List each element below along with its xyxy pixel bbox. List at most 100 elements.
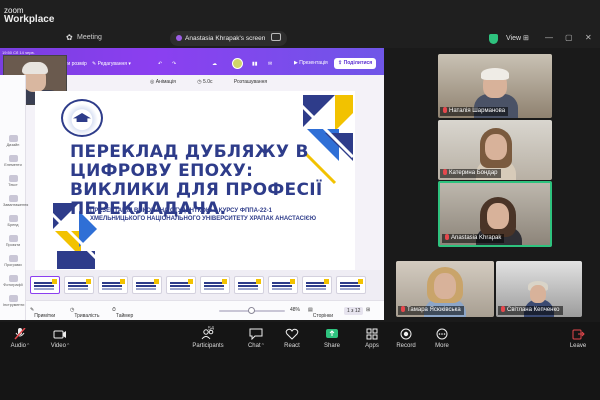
- grid-view-icon[interactable]: ⊞: [366, 307, 370, 313]
- muted-mic-icon: [501, 306, 505, 312]
- shared-screen: 19:50 Сб 14 черв. Змінити розмір ✎ Редаг…: [0, 48, 384, 320]
- animation-tool[interactable]: ◎ Анімація: [150, 79, 186, 85]
- pages-label: Сторінки: [312, 313, 333, 319]
- notes-button[interactable]: ✎ Примітки: [30, 307, 55, 319]
- apps-grid-icon: [366, 328, 378, 340]
- muted-mic-icon: [401, 306, 405, 312]
- slide-canvas[interactable]: ПЕРЕКЛАД ДУБЛЯЖУ В ЦИФРОВУ ЕПОХУ: ВИКЛИК…: [35, 91, 355, 271]
- participant-name: Світлана Кепченко: [507, 307, 560, 313]
- participant-name: Anastasia Khrapak: [451, 235, 502, 241]
- leave-button[interactable]: Leave: [558, 328, 598, 349]
- rail-item-design[interactable]: Дизайн: [3, 135, 23, 147]
- participant-tile[interactable]: Наталія Шарманова: [438, 54, 552, 118]
- react-label: React: [284, 343, 300, 349]
- page-thumbnails: [26, 270, 384, 300]
- participants-button[interactable]: 54 Participants: [186, 326, 230, 349]
- audio-button[interactable]: Audio^: [0, 328, 40, 349]
- maximize-icon[interactable]: ▢: [565, 33, 573, 42]
- duration-button[interactable]: ◷ Тривалість: [70, 307, 100, 319]
- slide-thumbnail[interactable]: [64, 276, 94, 294]
- slide-thumbnail[interactable]: [302, 276, 332, 294]
- present-button[interactable]: ▶ Презентація: [290, 58, 332, 69]
- record-button[interactable]: Record: [386, 328, 426, 349]
- shield-icon[interactable]: [489, 34, 498, 44]
- rail-item-text[interactable]: Текст: [3, 175, 23, 187]
- record-label: Record: [396, 343, 416, 349]
- rail-item-uploads[interactable]: Завантаження: [3, 195, 28, 207]
- rail-item-brand[interactable]: Бренд: [3, 215, 23, 227]
- more-button[interactable]: More: [422, 328, 462, 349]
- participant-nameplate: Катерина Бондар: [440, 169, 501, 178]
- zoom-title-bar: zoom Workplace ✿ Meeting Anastasia Khrapa…: [0, 0, 600, 48]
- video-button[interactable]: Video^: [40, 328, 80, 349]
- react-button[interactable]: React: [272, 328, 312, 349]
- undo-icon[interactable]: ↶: [158, 61, 162, 67]
- view-menu[interactable]: View ⊞: [506, 34, 529, 42]
- minimize-icon[interactable]: —: [545, 33, 553, 42]
- share-button[interactable]: ⇪ Поділитися: [334, 58, 377, 69]
- rail-item-photos[interactable]: Фотографії: [3, 275, 23, 287]
- camera-icon: [53, 330, 66, 339]
- slide-thumbnail[interactable]: [132, 276, 162, 294]
- cloud-icon[interactable]: ☁: [212, 61, 217, 67]
- leave-label: Leave: [569, 343, 587, 349]
- animation-label: Анімація: [155, 79, 176, 85]
- rail-item-projects[interactable]: Проєкти: [3, 235, 23, 247]
- share-label: Share: [323, 343, 340, 349]
- rail-label: Програми: [4, 263, 22, 267]
- page-counter[interactable]: 1 з 12: [344, 307, 364, 315]
- share-screen-icon: [326, 329, 338, 338]
- view-label: View: [506, 35, 522, 42]
- chat-button[interactable]: Chat^: [236, 328, 276, 349]
- participants-label: Participants: [192, 343, 224, 349]
- more-label: More: [435, 343, 449, 349]
- screen-share-indicator[interactable]: Anastasia Khrapak's screen: [170, 31, 288, 46]
- participant-tile[interactable]: Катерина Бондар: [438, 120, 552, 180]
- arrange-tool[interactable]: Розташування: [234, 79, 277, 85]
- slide-thumbnail[interactable]: [166, 276, 196, 294]
- edit-label: Редагування: [97, 61, 128, 67]
- rail-label: Елементи: [4, 163, 22, 167]
- muted-mic-icon: [14, 328, 26, 340]
- edit-mode-dropdown[interactable]: ✎ Редагування ▾: [92, 61, 131, 67]
- redo-icon[interactable]: ↷: [172, 61, 176, 67]
- participant-tile[interactable]: Світлана Кепченко: [496, 261, 582, 317]
- participant-nameplate: Світлана Кепченко: [498, 306, 563, 315]
- participant-tile-active-speaker[interactable]: Anastasia Khrapak: [438, 181, 552, 247]
- heart-icon: [285, 328, 299, 340]
- meeting-menu[interactable]: ✿ Meeting: [66, 33, 102, 42]
- muted-mic-icon: [443, 169, 447, 175]
- slide-subtitle: ПРЕЗЕНТАЦІЯ ВИКОНАНА СТУДЕНТКОЮ 3 КУРСУ …: [90, 208, 317, 222]
- slide-thumbnail[interactable]: [30, 276, 60, 294]
- timer-button[interactable]: ⏱ Таймер: [112, 307, 133, 319]
- zoom-slider-handle[interactable]: [248, 307, 255, 314]
- comment-icon[interactable]: ✉: [268, 61, 272, 67]
- leave-icon: [572, 329, 585, 340]
- avatar[interactable]: [232, 58, 243, 69]
- slide-thumbnail[interactable]: [268, 276, 298, 294]
- participant-face: [487, 203, 509, 229]
- slide-thumbnail[interactable]: [98, 276, 128, 294]
- rail-label: Фотографії: [3, 283, 23, 287]
- slide-thumbnail[interactable]: [234, 276, 264, 294]
- close-icon[interactable]: ✕: [585, 33, 592, 42]
- participant-tile[interactable]: Тамара Ясюківська: [396, 261, 494, 317]
- analytics-icon[interactable]: ▮▮: [252, 61, 258, 67]
- slide-thumbnail[interactable]: [336, 276, 366, 294]
- slide-thumbnail[interactable]: [200, 276, 230, 294]
- pages-button[interactable]: ▤ Сторінки: [308, 307, 333, 319]
- brand-line2: Workplace: [4, 14, 55, 25]
- participant-name: Катерина Бондар: [449, 170, 498, 176]
- more-dots-icon: [436, 328, 448, 340]
- rail-item-elements[interactable]: Елементи: [3, 155, 23, 167]
- rail-label: Бренд: [7, 223, 19, 227]
- meeting-label: Meeting: [77, 34, 102, 41]
- sharer-dot-icon: [176, 35, 182, 41]
- participant-face: [530, 285, 546, 303]
- rail-item-tools[interactable]: Інструменти: [3, 295, 24, 307]
- duration-tool[interactable]: ◷ 5.0с: [197, 79, 222, 85]
- rail-item-apps[interactable]: Програми: [3, 255, 23, 267]
- share-screen-button[interactable]: Share: [312, 328, 352, 349]
- present-label: Презентація: [299, 60, 328, 66]
- muted-mic-icon: [443, 107, 447, 113]
